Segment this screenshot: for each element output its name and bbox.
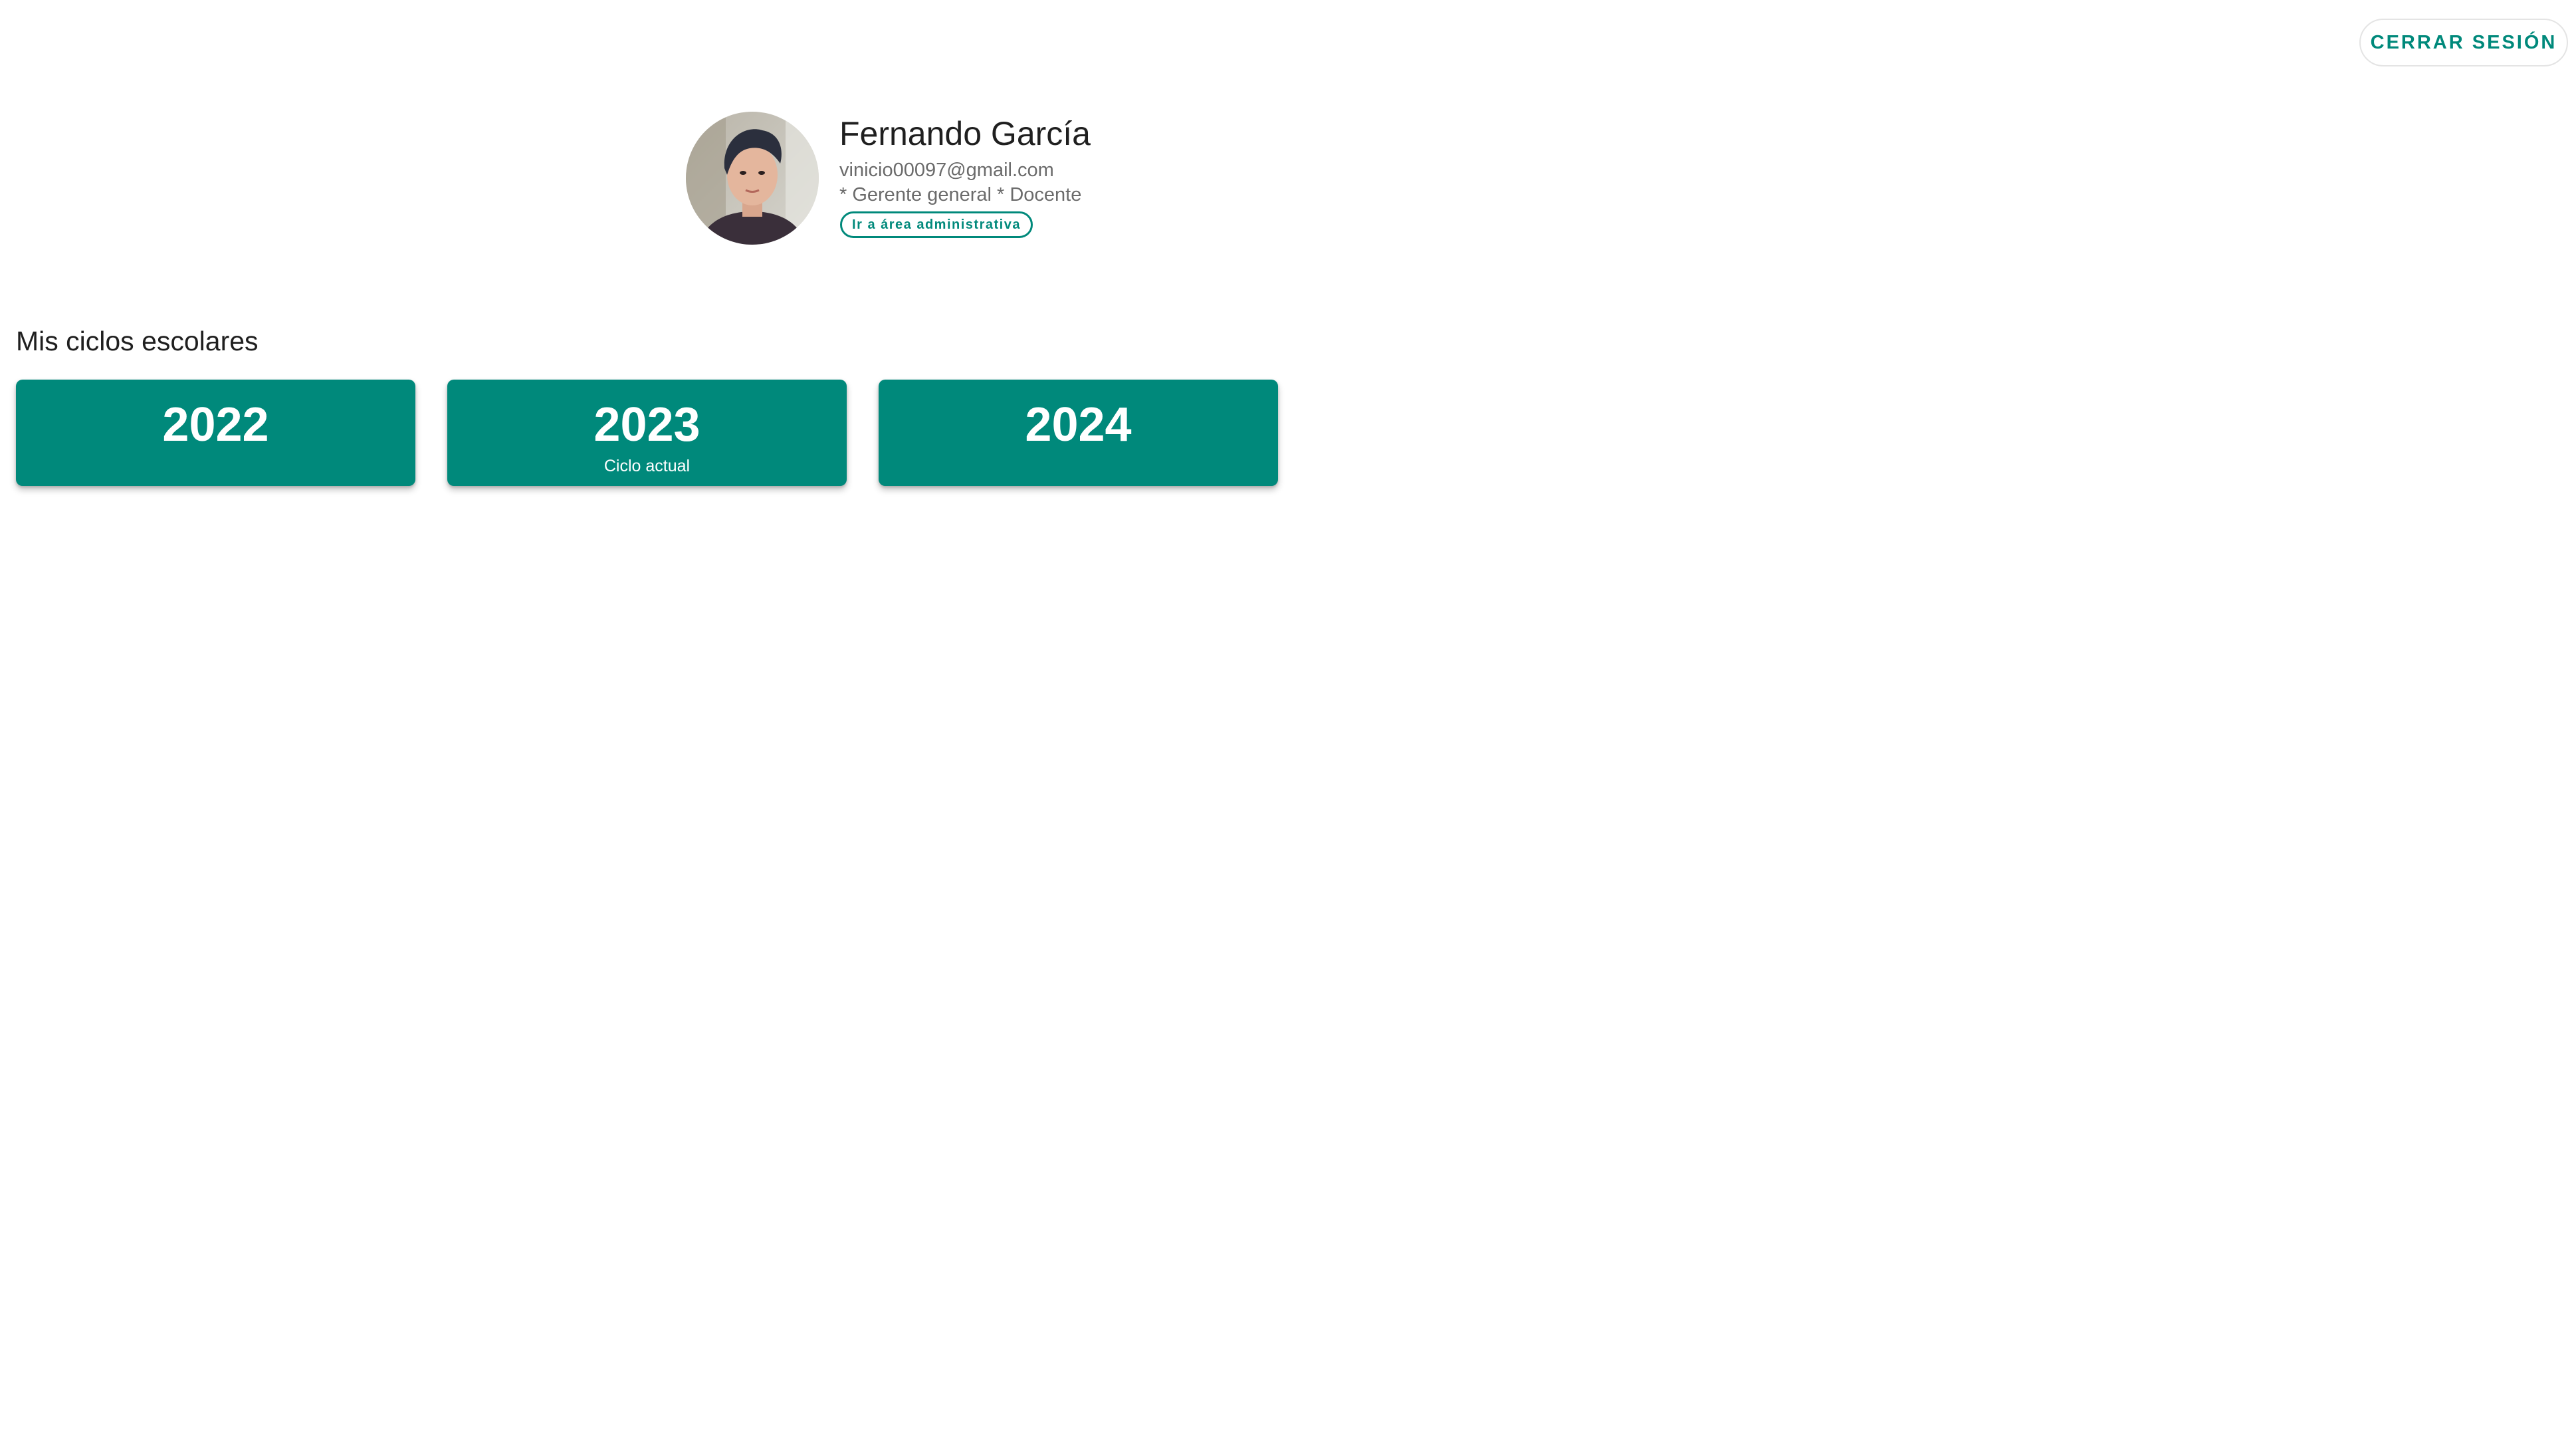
logout-button[interactable]: CERRAR SESIÓN: [2359, 19, 2568, 66]
avatar-photo: [686, 112, 819, 245]
cycle-year: 2024: [1025, 398, 1132, 451]
cycle-card-2023[interactable]: 2023 Ciclo actual: [447, 380, 847, 486]
profile-roles: * Gerente general * Docente: [839, 184, 1082, 205]
section-title: Mis ciclos escolares: [16, 326, 259, 356]
profile-name: Fernando García: [839, 115, 1091, 152]
profile-email: vinicio00097@gmail.com: [839, 160, 1054, 181]
cycle-year: 2022: [162, 398, 269, 451]
admin-area-link[interactable]: Ir a área administrativa: [840, 211, 1033, 238]
cycle-card-2022[interactable]: 2022: [16, 380, 415, 486]
page: CERRAR SESIÓN Fernando García vinicio000…: [0, 0, 2576, 1436]
cycle-year: 2023: [593, 398, 700, 451]
avatar: [686, 112, 819, 245]
cycle-subtitle: Ciclo actual: [603, 457, 691, 475]
cycle-card-2024[interactable]: 2024: [879, 380, 1278, 486]
